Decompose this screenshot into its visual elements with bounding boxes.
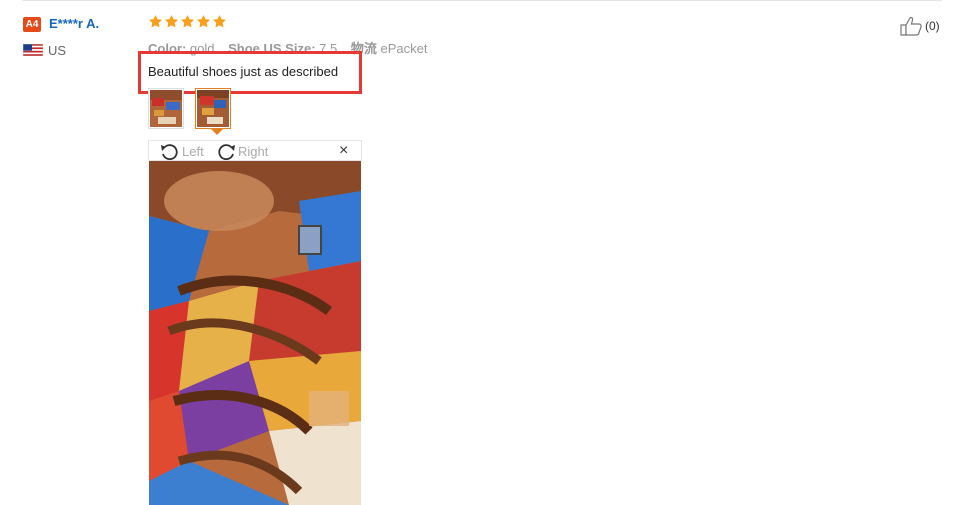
top-divider <box>22 0 942 1</box>
us-flag-icon <box>23 44 43 56</box>
photo-thumbnail-image <box>150 90 182 127</box>
review-photo-thumb-2[interactable] <box>195 88 231 129</box>
rotate-left-button[interactable]: Left <box>159 142 204 160</box>
close-viewer-button[interactable]: × <box>339 142 348 160</box>
attr-logistics-value: ePacket <box>380 41 428 56</box>
rotate-left-label: Left <box>182 143 204 159</box>
photo-thumbnail-image <box>197 90 229 127</box>
star-icon <box>148 14 163 28</box>
review-feedback-text: Beautiful shoes just as described <box>148 64 339 79</box>
star-rating <box>148 14 227 29</box>
rotate-right-icon <box>218 144 235 160</box>
reviewer-country: US <box>48 43 67 58</box>
selected-thumb-pointer <box>211 129 223 135</box>
helpful-count: (0) <box>925 19 940 33</box>
helpful-button[interactable]: (0) <box>899 16 940 36</box>
thumbs-up-icon <box>900 16 922 36</box>
attr-logistics: 物流 ePacket <box>351 41 428 56</box>
review-photo-image <box>149 161 361 505</box>
star-icon <box>212 14 227 28</box>
image-viewer-toolbar: Left Right × <box>148 140 362 161</box>
rotate-right-label: Right <box>238 143 269 159</box>
rotate-left-icon <box>161 144 178 160</box>
enlarged-review-photo <box>149 161 361 505</box>
rotate-right-button[interactable]: Right <box>215 142 268 160</box>
star-icon <box>196 14 211 28</box>
review-photo-thumb-1[interactable] <box>148 88 184 129</box>
buyer-level-badge: A4 <box>23 17 41 32</box>
reviewer-name: E****r A. <box>49 16 100 31</box>
star-icon <box>164 14 179 28</box>
star-icon <box>180 14 195 28</box>
